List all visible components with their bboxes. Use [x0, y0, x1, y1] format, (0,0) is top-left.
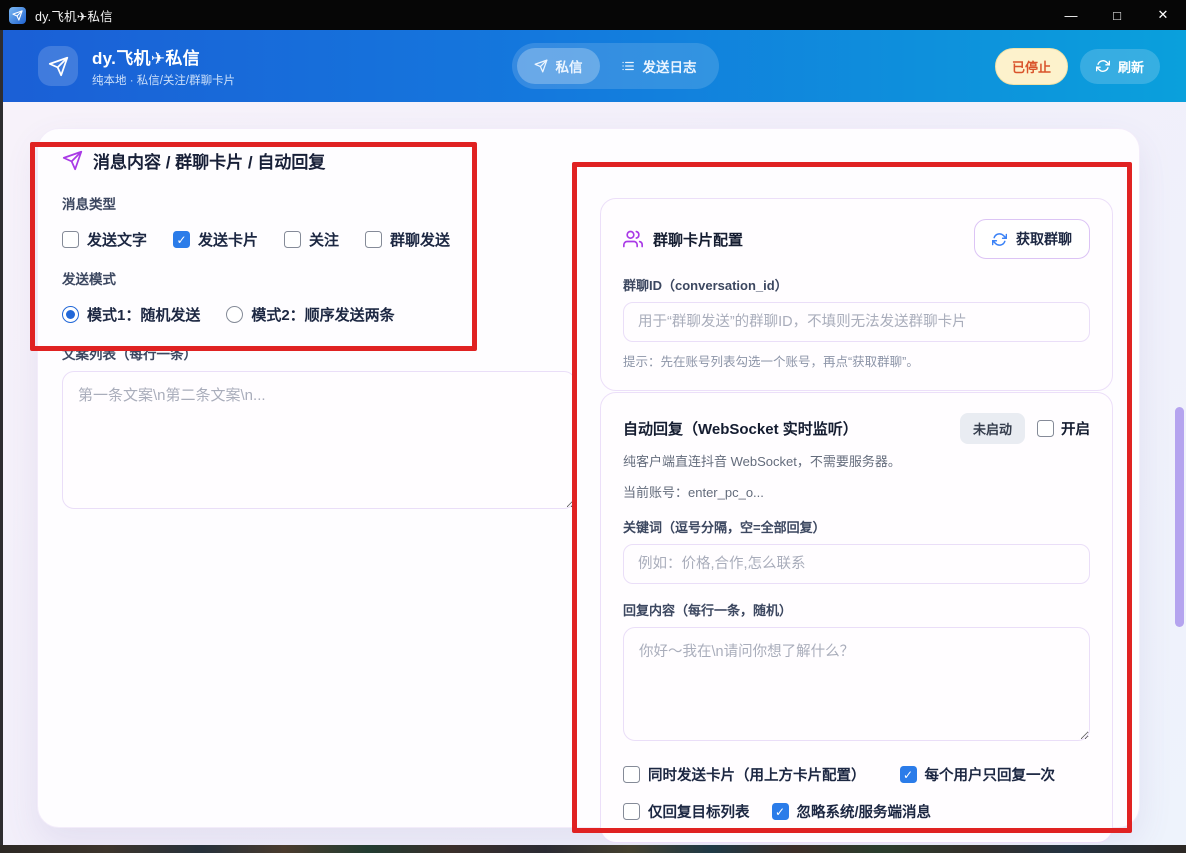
titlebar: dy.飞机✈私信 — □ ✕ — [0, 0, 1186, 30]
copy-list-label: 文案列表（每行一条） — [62, 343, 576, 363]
send-icon — [534, 59, 548, 73]
window-title: dy.飞机✈私信 — [35, 6, 113, 25]
auto-reply-section: 自动回复（WebSocket 实时监听） 未启动 开启 纯客户端直连抖音 Web… — [600, 392, 1113, 843]
vertical-scrollbar-thumb[interactable] — [1175, 407, 1184, 627]
app-subtitle: 纯本地 · 私信/关注/群聊卡片 — [92, 72, 235, 88]
refresh-button[interactable]: 刷新 — [1080, 49, 1160, 84]
group-card-config: 群聊卡片配置 获取群聊 群聊ID（conversation_id） 提示：先在账… — [600, 198, 1113, 391]
message-content-section: 消息内容 / 群聊卡片 / 自动回复 消息类型 发送文字 发送卡片 关注 群聊发… — [62, 148, 576, 514]
checkbox-icon[interactable] — [900, 766, 917, 783]
checkbox-icon[interactable] — [62, 231, 79, 248]
auto-reply-options-row-1: 同时发送卡片（用上方卡片配置） 每个用户只回复一次 — [623, 764, 1090, 785]
auto-reply-subtitle: 纯客户端直连抖音 WebSocket，不需要服务器。 — [623, 451, 1090, 470]
checkbox-also-send-card[interactable]: 同时发送卡片（用上方卡片配置） — [623, 764, 866, 785]
section-title: 消息内容 / 群聊卡片 / 自动回复 — [93, 148, 325, 173]
radio-mode-2[interactable]: 模式2：顺序发送两条 — [226, 304, 394, 325]
app-title: dy.飞机✈私信 — [92, 44, 235, 69]
checkbox-reply-once-per-user[interactable]: 每个用户只回复一次 — [900, 764, 1056, 785]
checkbox-icon[interactable] — [284, 231, 301, 248]
app-logo-icon — [9, 7, 26, 24]
paper-plane-icon — [62, 150, 83, 171]
paper-plane-icon — [38, 46, 78, 86]
app-header: dy.飞机✈私信 纯本地 · 私信/关注/群聊卡片 私信 发送日志 已停止 刷新 — [0, 30, 1186, 102]
send-mode-label: 发送模式 — [62, 268, 576, 288]
checkbox-send-text[interactable]: 发送文字 — [62, 229, 147, 250]
checkbox-ignore-system-messages[interactable]: 忽略系统/服务端消息 — [772, 801, 932, 822]
copy-list-textarea[interactable] — [62, 371, 576, 509]
close-button[interactable]: ✕ — [1140, 0, 1186, 30]
main-tabs: 私信 发送日志 — [512, 43, 719, 89]
checkbox-icon[interactable] — [1037, 420, 1054, 437]
taskbar-sliver — [0, 845, 1186, 853]
conversation-id-label: 群聊ID（conversation_id） — [623, 275, 1090, 294]
conversation-id-hint: 提示：先在账号列表勾选一个账号，再点“获取群聊”。 — [623, 351, 1090, 370]
conversation-id-input[interactable] — [623, 302, 1090, 342]
checkbox-send-card[interactable]: 发送卡片 — [173, 229, 258, 250]
radio-mode-1[interactable]: 模式1：随机发送 — [62, 304, 200, 325]
users-icon — [623, 229, 643, 249]
refresh-icon — [1096, 59, 1110, 73]
status-badge-stopped: 已停止 — [995, 48, 1068, 85]
section-heading: 消息内容 / 群聊卡片 / 自动回复 — [62, 148, 576, 173]
refresh-icon — [992, 232, 1007, 247]
status-badge-not-started: 未启动 — [960, 413, 1025, 444]
reply-content-label: 回复内容（每行一条，随机） — [623, 600, 1090, 619]
checkbox-icon[interactable] — [173, 231, 190, 248]
auto-reply-options-row-2: 仅回复目标列表 忽略系统/服务端消息 — [623, 801, 1090, 822]
checkbox-follow[interactable]: 关注 — [284, 229, 339, 250]
brand: dy.飞机✈私信 纯本地 · 私信/关注/群聊卡片 — [38, 44, 235, 88]
radio-icon[interactable] — [62, 306, 79, 323]
checkbox-icon[interactable] — [772, 803, 789, 820]
checkbox-only-target-list[interactable]: 仅回复目标列表 — [623, 801, 750, 822]
list-icon — [621, 59, 635, 73]
tab-private-message[interactable]: 私信 — [517, 48, 600, 84]
checkbox-icon[interactable] — [623, 803, 640, 820]
app-window: dy.飞机✈私信 — □ ✕ dy.飞机✈私信 纯本地 · 私信/关注/群聊卡片… — [0, 0, 1186, 853]
maximize-button[interactable]: □ — [1094, 0, 1140, 30]
keywords-label: 关键词（逗号分隔，空=全部回复） — [623, 517, 1090, 536]
checkbox-icon[interactable] — [623, 766, 640, 783]
fetch-groups-button[interactable]: 获取群聊 — [974, 219, 1090, 259]
radio-icon[interactable] — [226, 306, 243, 323]
tab-send-log[interactable]: 发送日志 — [604, 48, 714, 84]
message-type-label: 消息类型 — [62, 193, 576, 213]
checkbox-icon[interactable] — [365, 231, 382, 248]
minimize-button[interactable]: — — [1048, 0, 1094, 30]
checkbox-enable[interactable]: 开启 — [1037, 418, 1090, 439]
reply-content-textarea[interactable] — [623, 627, 1090, 741]
auto-reply-title: 自动回复（WebSocket 实时监听） — [623, 418, 858, 439]
keywords-input[interactable] — [623, 544, 1090, 584]
current-account: 当前账号：enter_pc_o... — [623, 482, 1090, 501]
window-left-border — [0, 30, 3, 853]
message-type-options: 发送文字 发送卡片 关注 群聊发送 — [62, 229, 576, 250]
checkbox-group-send[interactable]: 群聊发送 — [365, 229, 450, 250]
group-card-title: 群聊卡片配置 — [653, 229, 743, 250]
send-mode-options: 模式1：随机发送 模式2：顺序发送两条 — [62, 304, 576, 325]
